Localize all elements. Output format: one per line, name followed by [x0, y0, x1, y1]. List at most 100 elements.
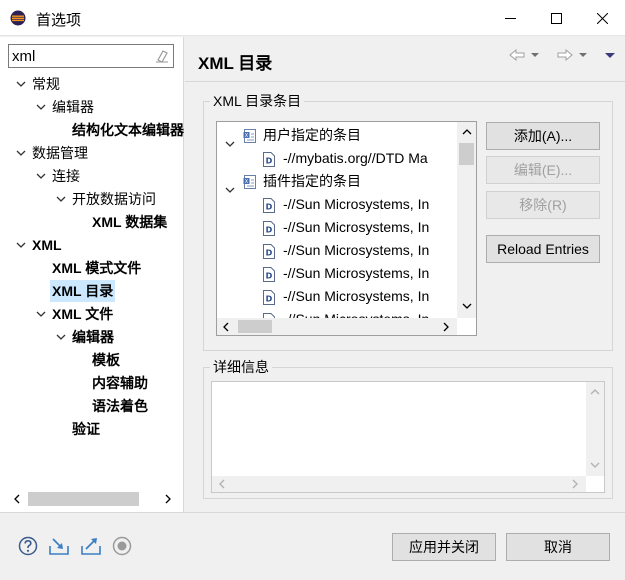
- tree-item[interactable]: 开放数据访问: [0, 188, 184, 210]
- add-entry-button[interactable]: 添加(A)...: [486, 122, 600, 150]
- back-menu-chevron-icon[interactable]: [531, 52, 539, 58]
- scroll-up-icon[interactable]: [590, 388, 600, 395]
- view-menu-icon[interactable]: [605, 52, 615, 59]
- catalog-entry-row[interactable]: D-//Sun Microsystems, In: [217, 193, 457, 216]
- catalog-entry-row[interactable]: D-//Sun Microsystems, In: [217, 239, 457, 262]
- tree-item[interactable]: 验证: [0, 418, 184, 440]
- import-icon[interactable]: [48, 536, 70, 556]
- tree-item[interactable]: XML 模式文件: [0, 257, 184, 279]
- reload-entries-button[interactable]: Reload Entries: [486, 235, 600, 263]
- tree-item[interactable]: 编辑器: [0, 96, 184, 118]
- scroll-thumb[interactable]: [28, 492, 139, 506]
- clear-filter-icon[interactable]: [155, 49, 169, 63]
- eclipse-logo-icon: [10, 10, 26, 26]
- scroll-left-icon[interactable]: [222, 322, 229, 332]
- tree-item[interactable]: 内容辅助: [0, 372, 184, 394]
- svg-text:D: D: [266, 226, 273, 235]
- catalog-entry-row[interactable]: D -//Sun Microsystems, In: [217, 216, 457, 239]
- minimize-button[interactable]: [487, 0, 533, 36]
- tree-item[interactable]: 数据管理: [0, 142, 184, 164]
- tree-item[interactable]: 常规: [0, 73, 184, 95]
- filter-field[interactable]: [8, 44, 174, 68]
- tree-horizontal-scrollbar[interactable]: [8, 490, 176, 507]
- tree-item-label: 连接: [52, 168, 80, 184]
- catalog-entry-label: 用户指定的条目: [263, 127, 361, 143]
- catalog-tree[interactable]: X 用户指定的条目 D -//mybatis.org//DTD Ma X 插件指定的条目 D…: [216, 121, 477, 336]
- page-title: XML 目录: [198, 54, 273, 73]
- catalog-entry-row[interactable]: D -//mybatis.org//DTD Ma: [217, 147, 457, 170]
- tree-item-label: 编辑器: [52, 99, 94, 115]
- title-bar: 首选项: [0, 0, 625, 36]
- minimize-icon: [504, 17, 516, 19]
- edit-entry-button[interactable]: 编辑(E)...: [486, 156, 600, 184]
- tree-item-label: 模板: [92, 352, 120, 368]
- tree-item[interactable]: 编辑器: [0, 326, 184, 348]
- catalog-entries-group-label: XML 目录条目: [210, 91, 305, 111]
- tree-item-label: 编辑器: [72, 329, 114, 345]
- maximize-icon: [550, 12, 562, 24]
- chevron-down-icon[interactable]: [14, 234, 28, 256]
- chevron-down-icon[interactable]: [14, 73, 28, 95]
- tree-item-label: 验证: [72, 421, 100, 437]
- tree-item[interactable]: 语法着色: [0, 395, 184, 417]
- chevron-down-icon[interactable]: [34, 96, 48, 118]
- catalog-entry-row[interactable]: D-//Sun Microsystems, In: [217, 308, 457, 318]
- catalog-category-row[interactable]: X 插件指定的条目: [217, 170, 457, 193]
- filter-input[interactable]: [9, 45, 149, 67]
- tree-item-label: XML: [32, 237, 62, 253]
- scroll-right-icon[interactable]: [159, 490, 176, 507]
- chevron-down-icon[interactable]: [54, 326, 68, 348]
- apply-and-close-button[interactable]: 应用并关闭: [392, 533, 496, 561]
- catalog-entry-row[interactable]: D-//Sun Microsystems, In: [217, 285, 457, 308]
- details-vertical-scrollbar[interactable]: [586, 382, 604, 476]
- chevron-down-icon[interactable]: [34, 303, 48, 325]
- tree-item[interactable]: XML: [0, 234, 184, 256]
- details-text-area[interactable]: [211, 381, 605, 493]
- export-icon[interactable]: [80, 536, 102, 556]
- forward-arrow-icon[interactable]: [557, 49, 573, 61]
- scroll-thumb[interactable]: [459, 143, 474, 165]
- tree-item[interactable]: XML 数据集: [0, 211, 184, 233]
- catalog-entry-label: -//Sun Microsystems, In: [283, 219, 430, 235]
- scroll-left-icon[interactable]: [8, 490, 25, 507]
- preferences-tree-pane: 常规编辑器结构化文本编辑器数据管理连接开放数据访问XML 数据集XMLXML 模…: [0, 37, 184, 512]
- maximize-button[interactable]: [533, 0, 579, 36]
- tree-item[interactable]: 结构化文本编辑器: [0, 119, 184, 141]
- catalog-horizontal-scrollbar[interactable]: [217, 318, 457, 335]
- svg-text:X: X: [245, 179, 249, 185]
- back-arrow-icon[interactable]: [509, 49, 525, 61]
- close-button[interactable]: [579, 0, 625, 36]
- tree-item[interactable]: 连接: [0, 165, 184, 187]
- chevron-down-icon[interactable]: [14, 142, 28, 164]
- scroll-thumb[interactable]: [238, 320, 272, 333]
- scroll-right-icon[interactable]: [443, 322, 450, 332]
- forward-menu-chevron-icon[interactable]: [579, 52, 587, 58]
- cancel-button[interactable]: 取消: [506, 533, 610, 561]
- help-icon[interactable]: [18, 536, 38, 556]
- scroll-right-icon[interactable]: [572, 479, 579, 489]
- tree-item[interactable]: XML 目录: [0, 280, 184, 302]
- catalog-entry-label: -//Sun Microsystems, In: [283, 288, 430, 304]
- preferences-tree: 常规 编辑器 结构化文本编辑器 数据管理 连接 开放数据访问 XML 数据集 XML XML 模…: [0, 73, 184, 483]
- scroll-left-icon[interactable]: [218, 479, 225, 489]
- tree-item[interactable]: XML 文件: [0, 303, 184, 325]
- details-horizontal-scrollbar[interactable]: [212, 476, 586, 492]
- tree-item-label: 结构化文本编辑器: [72, 122, 184, 138]
- tree-item[interactable]: 模板: [0, 349, 184, 371]
- tree-item-label: 数据管理: [32, 145, 88, 161]
- tree-item-label: XML 模式文件: [52, 260, 142, 276]
- svg-text:D: D: [266, 203, 273, 212]
- chevron-down-icon[interactable]: [34, 165, 48, 187]
- scroll-up-icon[interactable]: [462, 128, 472, 135]
- tree-item-label: 内容辅助: [92, 375, 148, 391]
- catalog-entry-row[interactable]: D-//Sun Microsystems, In: [217, 262, 457, 285]
- record-icon[interactable]: [112, 536, 132, 556]
- catalog-category-row[interactable]: X 用户指定的条目: [217, 124, 457, 147]
- catalog-vertical-scrollbar[interactable]: [457, 122, 476, 318]
- scroll-down-icon[interactable]: [590, 462, 600, 469]
- page-navigation: [509, 49, 615, 61]
- chevron-down-icon[interactable]: [54, 188, 68, 210]
- scroll-down-icon[interactable]: [462, 303, 472, 310]
- remove-entry-button[interactable]: 移除(R): [486, 191, 600, 219]
- svg-text:X: X: [245, 133, 249, 139]
